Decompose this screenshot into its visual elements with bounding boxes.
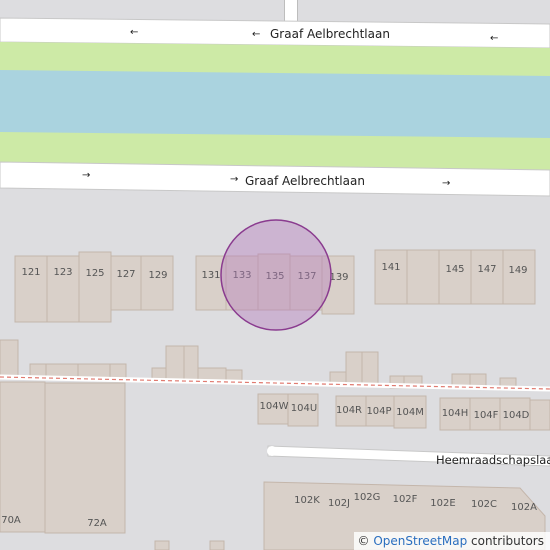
- house-number-label: 102A: [511, 502, 537, 513]
- house-number-label: 104W: [260, 401, 289, 412]
- house-number-label: 70A: [1, 515, 21, 526]
- building[interactable]: [0, 339, 19, 377]
- side-road: [284, 0, 298, 24]
- copyright-symbol: ©: [357, 534, 370, 548]
- one-way-arrow-west: ←: [130, 27, 138, 38]
- building[interactable]: [183, 345, 199, 383]
- street-label-top: Graaf Aelbrechtlaan: [270, 27, 390, 41]
- house-number-label: 104F: [474, 410, 499, 421]
- building[interactable]: [0, 381, 46, 533]
- house-number-label: 102J: [328, 498, 350, 509]
- house-number-label: 102K: [294, 495, 320, 506]
- one-way-arrow-east: →: [82, 170, 90, 181]
- house-number-label: 104H: [442, 408, 469, 419]
- house-number-label: 125: [85, 268, 104, 279]
- building[interactable]: [77, 363, 111, 379]
- building[interactable]: [470, 249, 504, 305]
- house-number-label: 102C: [471, 499, 497, 510]
- building[interactable]: [209, 540, 225, 550]
- one-way-arrow-east: →: [230, 174, 238, 185]
- building[interactable]: [109, 363, 127, 379]
- street-label-middle: Graaf Aelbrechtlaan: [245, 174, 365, 188]
- house-number-label: 104R: [336, 405, 362, 416]
- openstreetmap-link[interactable]: OpenStreetMap: [373, 534, 467, 548]
- house-number-label: 102E: [430, 498, 455, 509]
- building[interactable]: [165, 345, 185, 383]
- attribution-suffix: contributors: [471, 534, 544, 548]
- house-number-label: 121: [21, 267, 40, 278]
- house-number-label: 131: [201, 270, 220, 281]
- building[interactable]: [529, 399, 550, 431]
- house-number-label: 102G: [354, 492, 381, 503]
- building[interactable]: [44, 382, 126, 534]
- side-road-edge: [297, 0, 298, 22]
- side-road-edge: [284, 0, 285, 22]
- house-number-label: 145: [445, 264, 464, 275]
- building[interactable]: [110, 255, 142, 311]
- map-canvas[interactable]: ← ← Graaf Aelbrechtlaan ← → → Graaf Aelb…: [0, 0, 550, 550]
- house-number-label: 149: [508, 265, 527, 276]
- building[interactable]: [345, 351, 363, 387]
- house-number-label: 147: [477, 264, 496, 275]
- building[interactable]: [406, 249, 440, 305]
- building-row-left: [0, 381, 126, 534]
- map-attribution: © OpenStreetMap contributors: [353, 532, 550, 550]
- one-way-arrow-east: →: [442, 178, 450, 189]
- one-way-arrow-west: ←: [252, 29, 260, 40]
- house-number-label: 104P: [366, 406, 391, 417]
- building[interactable]: [374, 249, 408, 305]
- house-number-label: 104U: [291, 403, 317, 414]
- building[interactable]: [46, 255, 80, 323]
- building[interactable]: [154, 540, 170, 550]
- building[interactable]: [140, 255, 174, 311]
- building[interactable]: [14, 255, 48, 323]
- one-way-arrow-west: ←: [490, 33, 498, 44]
- house-number-label: 104M: [396, 407, 424, 418]
- house-number-label: 123: [53, 267, 72, 278]
- building[interactable]: [502, 249, 536, 305]
- location-marker[interactable]: [220, 219, 332, 331]
- building[interactable]: [78, 251, 112, 323]
- house-number-label: 104D: [503, 410, 530, 421]
- house-number-label: 129: [148, 270, 167, 281]
- house-number-label: 141: [381, 262, 400, 273]
- house-number-label: 139: [329, 272, 348, 283]
- house-number-label: 102F: [393, 494, 418, 505]
- building[interactable]: [438, 249, 472, 305]
- building[interactable]: [361, 351, 379, 387]
- street-label-bottom: Heemraadschapslaan: [436, 453, 550, 467]
- house-number-label: 127: [116, 269, 135, 280]
- house-number-label: 72A: [87, 518, 107, 529]
- road-end: [267, 446, 277, 456]
